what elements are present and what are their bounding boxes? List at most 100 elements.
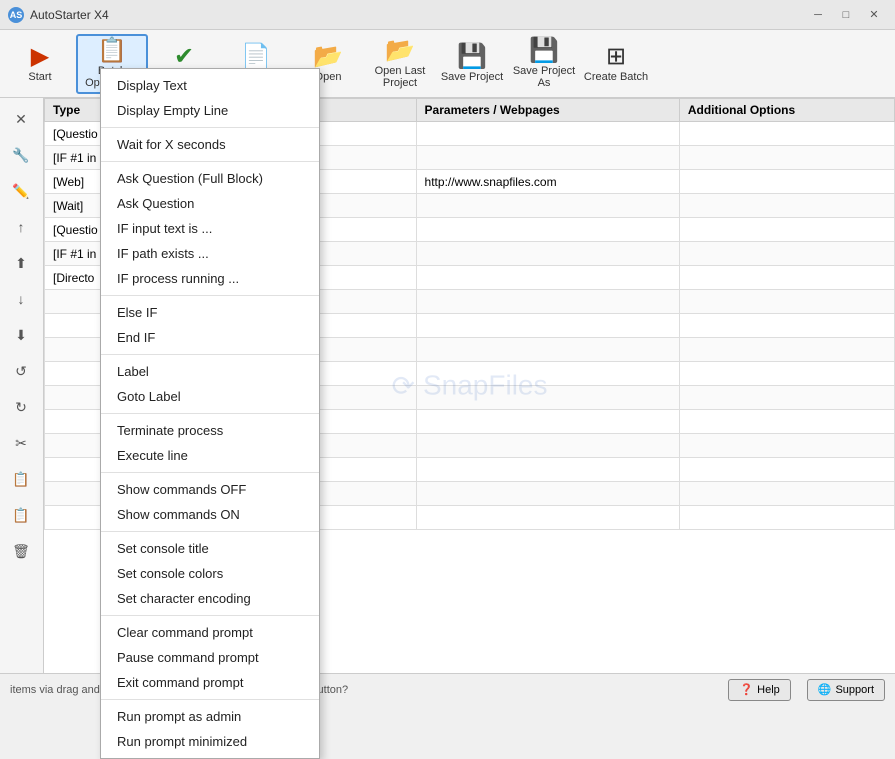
menu-item-wait-x-seconds[interactable]: Wait for X seconds [101, 132, 319, 157]
sidebar-btn-11[interactable]: 📋 [2, 498, 40, 532]
menu-item-set-char-encoding[interactable]: Set character encoding [101, 586, 319, 611]
table-cell-empty [416, 386, 679, 410]
sidebar-btn-12[interactable]: 🗑 [2, 534, 40, 568]
menu-separator [101, 295, 319, 296]
toolbar-label-open-last: Open Last Project [366, 65, 434, 89]
table-cell-options [679, 242, 894, 266]
table-cell-params [416, 122, 679, 146]
toolbar-icon-start: ▶ [31, 45, 49, 69]
sidebar: ✕🔧✏️↑⬆↓⬇↺↻✂📋📋🗑 [0, 98, 44, 673]
support-label: Support [835, 684, 874, 696]
menu-separator [101, 413, 319, 414]
menu-item-display-empty-line[interactable]: Display Empty Line [101, 98, 319, 123]
menu-item-ask-question[interactable]: Ask Question [101, 191, 319, 216]
menu-separator [101, 531, 319, 532]
menu-item-pause-command-prompt[interactable]: Pause command prompt [101, 645, 319, 670]
table-cell-options [679, 146, 894, 170]
menu-item-execute-line[interactable]: Execute line [101, 443, 319, 468]
table-cell-params [416, 266, 679, 290]
menu-item-set-console-colors[interactable]: Set console colors [101, 561, 319, 586]
help-button[interactable]: ❓ Help [728, 679, 790, 701]
table-cell-params [416, 194, 679, 218]
table-cell-params [416, 146, 679, 170]
maximize-button[interactable]: □ [833, 5, 859, 25]
sidebar-btn-7[interactable]: ↺ [2, 354, 40, 388]
menu-item-if-path-exists[interactable]: IF path exists ... [101, 241, 319, 266]
table-cell-empty [679, 458, 894, 482]
close-button[interactable]: ✕ [861, 5, 887, 25]
toolbar-label-save-as: Save Project As [510, 65, 578, 89]
help-icon: ❓ [739, 683, 753, 696]
table-cell-empty [416, 362, 679, 386]
table-cell-options [679, 218, 894, 242]
sidebar-btn-1[interactable]: 🔧 [2, 138, 40, 172]
table-cell-empty [679, 410, 894, 434]
menu-item-goto-label[interactable]: Goto Label [101, 384, 319, 409]
title-bar-left: AS AutoStarter X4 [8, 7, 109, 23]
menu-item-if-input-text[interactable]: IF input text is ... [101, 216, 319, 241]
menu-item-ask-question-full[interactable]: Ask Question (Full Block) [101, 166, 319, 191]
menu-item-label[interactable]: Label [101, 359, 319, 384]
table-cell-empty [679, 386, 894, 410]
sidebar-btn-3[interactable]: ↑ [2, 210, 40, 244]
toolbar-icon-batch-operations: 📋 [97, 39, 127, 63]
table-cell-options [679, 266, 894, 290]
table-cell-empty [679, 290, 894, 314]
menu-item-exit-command-prompt[interactable]: Exit command prompt [101, 670, 319, 695]
toolbar-icon-test: ✔ [174, 45, 194, 69]
menu-separator [101, 699, 319, 700]
support-button[interactable]: 🌐 Support [807, 679, 885, 701]
table-cell-empty [416, 506, 679, 530]
menu-item-run-prompt-admin[interactable]: Run prompt as admin [101, 704, 319, 729]
table-cell-empty [416, 482, 679, 506]
table-cell-empty [679, 482, 894, 506]
toolbar-btn-create-batch[interactable]: ⊞ Create Batch [580, 34, 652, 94]
table-cell-empty [679, 434, 894, 458]
menu-item-if-process-running[interactable]: IF process running ... [101, 266, 319, 291]
menu-item-show-commands-on[interactable]: Show commands ON [101, 502, 319, 527]
table-cell-empty [679, 506, 894, 530]
menu-separator [101, 127, 319, 128]
help-label: Help [757, 684, 780, 696]
menu-item-set-console-title[interactable]: Set console title [101, 536, 319, 561]
window-controls: ─ □ ✕ [805, 5, 887, 25]
toolbar-label-create-batch: Create Batch [584, 71, 648, 83]
menu-item-end-if[interactable]: End IF [101, 325, 319, 350]
sidebar-btn-10[interactable]: 📋 [2, 462, 40, 496]
table-cell-params [416, 218, 679, 242]
table-header-parameters-/-webpages: Parameters / Webpages [416, 99, 679, 122]
sidebar-btn-5[interactable]: ↓ [2, 282, 40, 316]
table-cell-empty [679, 338, 894, 362]
sidebar-btn-8[interactable]: ↻ [2, 390, 40, 424]
toolbar-icon-create-batch: ⊞ [606, 45, 626, 69]
toolbar-btn-open-last[interactable]: 📂Open Last Project [364, 34, 436, 94]
app-icon: AS [8, 7, 24, 23]
menu-item-run-prompt-minimized[interactable]: Run prompt minimized [101, 729, 319, 754]
title-bar: AS AutoStarter X4 ─ □ ✕ [0, 0, 895, 30]
toolbar-btn-save-as[interactable]: 💾Save Project As [508, 34, 580, 94]
table-cell-options [679, 122, 894, 146]
sidebar-btn-9[interactable]: ✂ [2, 426, 40, 460]
toolbar-icon-new: 📄 [241, 45, 271, 69]
table-cell-empty [679, 314, 894, 338]
menu-item-else-if[interactable]: Else IF [101, 300, 319, 325]
toolbar-label-start: Start [28, 71, 51, 83]
menu-separator [101, 472, 319, 473]
table-cell-options [679, 170, 894, 194]
sidebar-btn-6[interactable]: ⬇ [2, 318, 40, 352]
toolbar-btn-save[interactable]: 💾Save Project [436, 34, 508, 94]
minimize-button[interactable]: ─ [805, 5, 831, 25]
sidebar-btn-2[interactable]: ✏️ [2, 174, 40, 208]
menu-separator [101, 615, 319, 616]
sidebar-btn-0[interactable]: ✕ [2, 102, 40, 136]
toolbar-icon-open: 📂 [313, 45, 343, 69]
toolbar-label-save: Save Project [441, 71, 503, 83]
table-header-additional-options: Additional Options [679, 99, 894, 122]
menu-item-display-text[interactable]: Display Text [101, 73, 319, 98]
menu-item-show-commands-off[interactable]: Show commands OFF [101, 477, 319, 502]
table-cell-empty [416, 458, 679, 482]
menu-item-clear-command-prompt[interactable]: Clear command prompt [101, 620, 319, 645]
toolbar-btn-start[interactable]: ▶ Start [4, 34, 76, 94]
sidebar-btn-4[interactable]: ⬆ [2, 246, 40, 280]
menu-item-terminate-process[interactable]: Terminate process [101, 418, 319, 443]
